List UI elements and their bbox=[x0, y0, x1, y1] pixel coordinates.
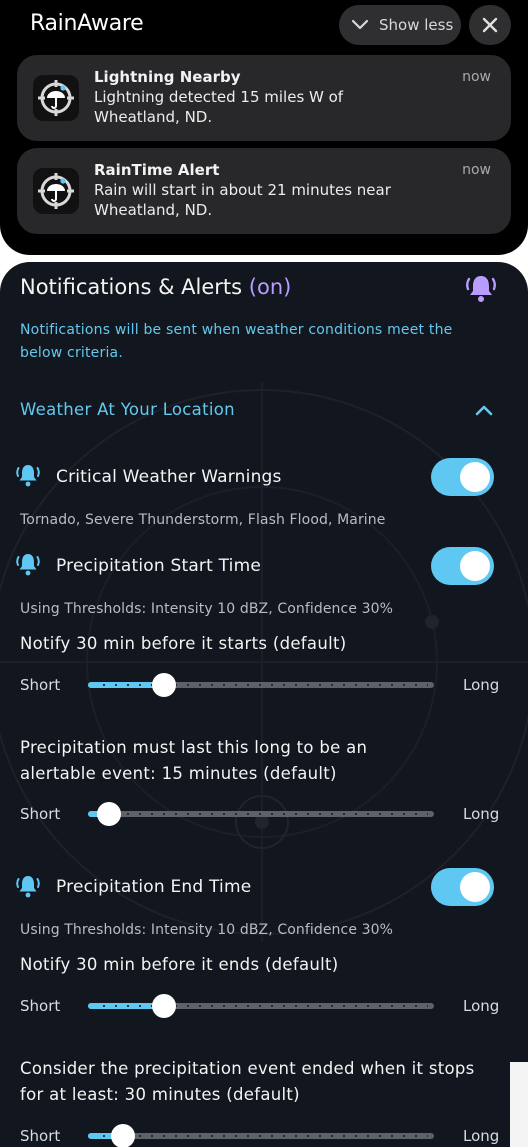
notifications-settings-panel: Notifications & Alerts (on) Notification… bbox=[0, 262, 528, 1147]
precip-duration-text-line2: alertable event: 15 minutes (default) bbox=[20, 764, 337, 783]
critical-warnings-detail: Tornado, Severe Thunderstorm, Flash Floo… bbox=[20, 512, 386, 528]
critical-warnings-label: Critical Weather Warnings bbox=[56, 467, 282, 487]
precip-ended-text-line2: for at least: 30 minutes (default) bbox=[20, 1085, 300, 1104]
notification-time: now bbox=[462, 162, 491, 178]
slider-thumb[interactable] bbox=[152, 673, 177, 697]
precip-end-thresholds: Using Thresholds: Intensity 10 dBZ, Conf… bbox=[20, 922, 394, 938]
show-less-label: Show less bbox=[379, 16, 454, 34]
close-button[interactable] bbox=[469, 5, 511, 45]
slider-short-label: Short bbox=[20, 676, 61, 694]
precip-start-toggle[interactable] bbox=[431, 547, 494, 585]
scrollbar[interactable] bbox=[510, 1062, 528, 1147]
notifications-status: (on) bbox=[248, 275, 292, 299]
panel-title: Notifications & Alerts (on) bbox=[20, 275, 291, 299]
toggle-knob bbox=[460, 872, 490, 902]
notification-body: Lightning detected 15 miles W of Wheatla… bbox=[94, 88, 344, 126]
slider-ticks bbox=[98, 1005, 428, 1007]
slider-short-label: Short bbox=[20, 1127, 61, 1145]
precip-duration-slider[interactable] bbox=[88, 802, 434, 826]
slider-thumb[interactable] bbox=[96, 802, 121, 826]
toggle-knob bbox=[460, 462, 490, 492]
slider-long-label: Long bbox=[463, 1127, 500, 1145]
precip-end-label: Precipitation End Time bbox=[56, 877, 252, 897]
precip-ended-slider[interactable] bbox=[88, 1124, 434, 1147]
slider-short-label: Short bbox=[20, 997, 61, 1015]
panel-subtitle: Notifications will be sent when weather … bbox=[20, 322, 453, 361]
bell-icon bbox=[466, 276, 496, 302]
slider-short-label: Short bbox=[20, 805, 61, 823]
bell-icon bbox=[15, 462, 41, 492]
close-icon bbox=[482, 17, 498, 33]
chevron-down-icon bbox=[351, 19, 369, 30]
panel-title-text: Notifications & Alerts bbox=[20, 275, 243, 299]
slider-thumb[interactable] bbox=[110, 1124, 135, 1147]
precip-start-thresholds: Using Thresholds: Intensity 10 dBZ, Conf… bbox=[20, 601, 394, 617]
bell-icon bbox=[15, 873, 41, 903]
precip-start-notify-text: Notify 30 min before it starts (default) bbox=[20, 634, 347, 653]
precip-ended-text-line1: Consider the precipitation event ended w… bbox=[20, 1059, 475, 1078]
slider-ticks bbox=[98, 1135, 428, 1137]
master-alerts-toggle[interactable] bbox=[464, 272, 498, 308]
slider-long-label: Long bbox=[463, 805, 500, 823]
notification-shade: RainAware Show less Lightning Nearby Lig… bbox=[0, 0, 528, 255]
chevron-up-icon bbox=[475, 405, 493, 416]
notification-card[interactable]: RainTime Alert Rain will start in about … bbox=[17, 148, 511, 234]
precip-end-toggle[interactable] bbox=[431, 868, 494, 906]
notification-time: now bbox=[462, 69, 491, 85]
slider-ticks bbox=[98, 813, 428, 815]
section-header[interactable]: Weather At Your Location bbox=[20, 400, 235, 419]
notification-body: Rain will start in about 21 minutes near… bbox=[94, 181, 391, 219]
slider-long-label: Long bbox=[463, 997, 500, 1015]
notification-title: RainTime Alert bbox=[94, 161, 220, 179]
slider-long-label: Long bbox=[463, 676, 500, 694]
app-logo-icon bbox=[33, 75, 79, 121]
precip-duration-text-line1: Precipitation must last this long to be … bbox=[20, 738, 368, 757]
slider-thumb[interactable] bbox=[152, 994, 177, 1018]
toggle-knob bbox=[460, 551, 490, 581]
notification-card[interactable]: Lightning Nearby Lightning detected 15 m… bbox=[17, 55, 511, 141]
shade-app-name: RainAware bbox=[30, 11, 144, 36]
precip-start-label: Precipitation Start Time bbox=[56, 556, 261, 576]
section-collapse-button[interactable] bbox=[474, 402, 494, 421]
critical-warnings-toggle[interactable] bbox=[431, 458, 494, 496]
notification-title: Lightning Nearby bbox=[94, 68, 241, 86]
precip-end-notify-slider[interactable] bbox=[88, 994, 434, 1018]
app-logo-icon bbox=[33, 168, 79, 214]
bell-icon bbox=[15, 551, 41, 581]
show-less-button[interactable]: Show less bbox=[339, 5, 461, 45]
precip-end-notify-text: Notify 30 min before it ends (default) bbox=[20, 955, 339, 974]
slider-ticks bbox=[98, 684, 428, 686]
precip-start-notify-slider[interactable] bbox=[88, 673, 434, 697]
